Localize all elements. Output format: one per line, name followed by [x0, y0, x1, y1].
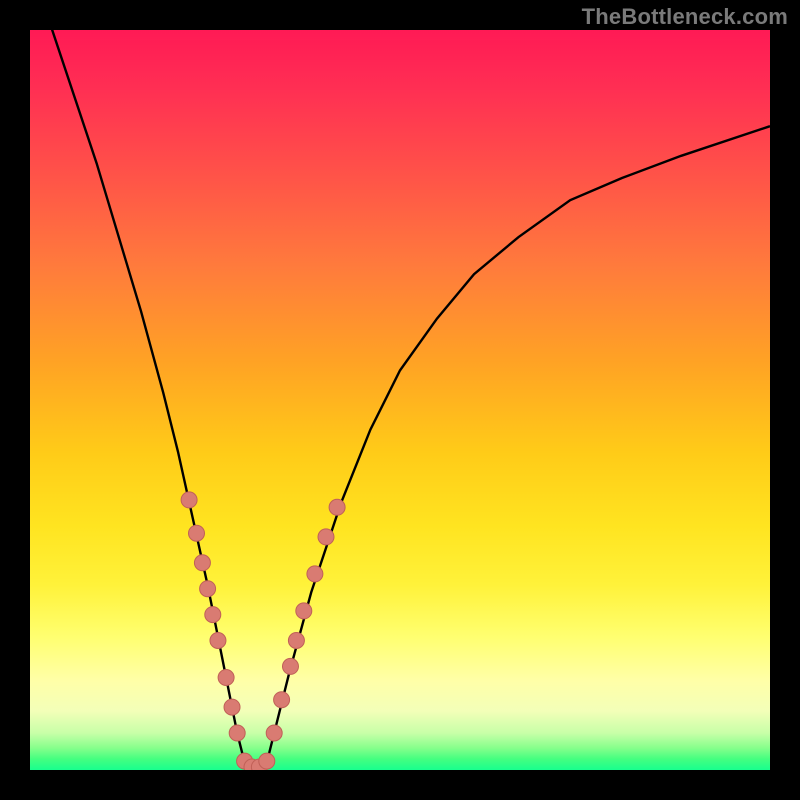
data-marker: [288, 633, 304, 649]
data-marker: [318, 529, 334, 545]
plot-area: [30, 30, 770, 770]
data-markers: [181, 492, 345, 770]
data-marker: [329, 499, 345, 515]
data-marker: [259, 753, 275, 769]
watermark-text: TheBottleneck.com: [582, 4, 788, 30]
data-marker: [282, 658, 298, 674]
chart-frame: TheBottleneck.com: [0, 0, 800, 800]
data-marker: [194, 555, 210, 571]
data-marker: [181, 492, 197, 508]
data-marker: [210, 633, 226, 649]
data-marker: [266, 725, 282, 741]
data-marker: [224, 699, 240, 715]
bottleneck-curve: [30, 30, 770, 770]
data-marker: [307, 566, 323, 582]
data-marker: [189, 525, 205, 541]
data-marker: [296, 603, 312, 619]
data-marker: [200, 581, 216, 597]
data-marker: [218, 670, 234, 686]
data-marker: [229, 725, 245, 741]
data-marker: [205, 607, 221, 623]
chart-svg: [30, 30, 770, 770]
data-marker: [274, 692, 290, 708]
